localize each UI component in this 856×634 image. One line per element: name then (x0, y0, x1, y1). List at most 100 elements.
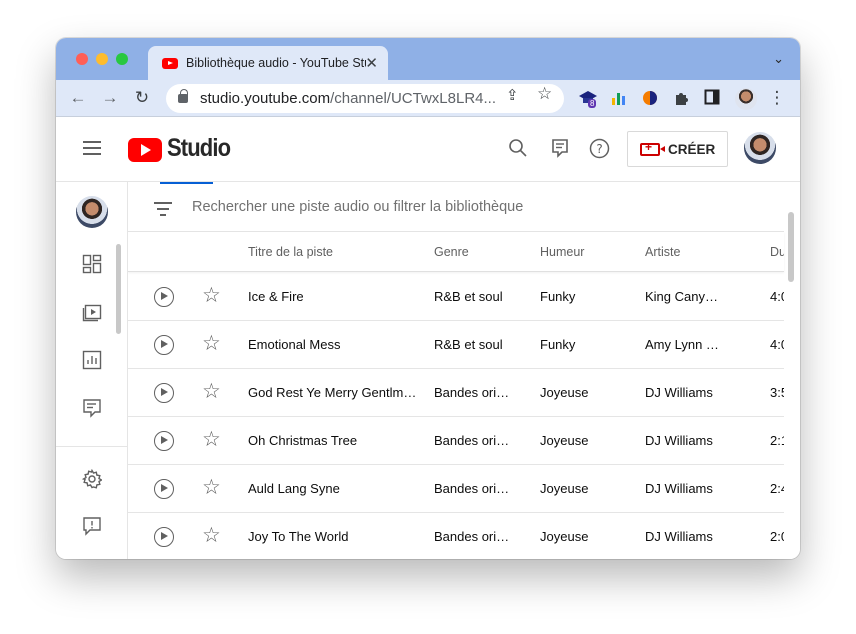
column-artist[interactable]: Artiste (645, 245, 680, 259)
track-title: Auld Lang Syne (248, 481, 340, 496)
column-duration[interactable]: Durée (770, 245, 784, 259)
track-title: Ice & Fire (248, 289, 304, 304)
dashboard-icon[interactable] (82, 254, 102, 274)
track-genre: R&B et soul (434, 337, 503, 352)
track-title: Emotional Mess (248, 337, 341, 352)
send-feedback-icon[interactable] (82, 516, 102, 536)
minimize-window-button[interactable] (96, 53, 108, 65)
svg-text:?: ? (596, 142, 602, 156)
track-artist: Amy Lynn … (645, 337, 719, 352)
track-genre: Bandes ori… (434, 481, 510, 496)
track-duration: 2:4 (770, 481, 784, 496)
track-mood: Joyeuse (540, 433, 589, 448)
track-artist: King Cany… (645, 289, 718, 304)
track-title: Joy To The World (248, 529, 349, 544)
rail-scrollbar[interactable] (116, 244, 121, 334)
create-button-label: CRÉER (668, 141, 716, 157)
play-icon[interactable] (154, 383, 174, 403)
create-button[interactable]: CRÉER (627, 131, 728, 167)
reload-icon[interactable]: ↻ (132, 88, 152, 108)
tab-search-chevron-icon[interactable]: ⌄ (773, 51, 784, 67)
content-icon[interactable] (82, 302, 102, 322)
favorite-star-icon[interactable]: ☆ (202, 381, 221, 403)
youtube-favicon-icon (162, 57, 178, 69)
vertical-scrollbar[interactable] (788, 212, 794, 282)
search-filter-input[interactable]: Rechercher une piste audio ou filtrer la… (192, 199, 523, 215)
tab-title: Bibliothèque audio - YouTube Studio (186, 56, 366, 70)
lock-icon (178, 89, 188, 103)
table-row[interactable]: ☆ Emotional Mess R&B et soul Funky Amy L… (128, 321, 784, 369)
comments-icon[interactable] (82, 398, 102, 418)
track-title: God Rest Ye Merry Gentlm… (248, 385, 417, 400)
side-panel-icon[interactable] (704, 89, 722, 107)
table-row[interactable]: ☆ Joy To The World Bandes ori… Joyeuse D… (128, 513, 784, 559)
favorite-star-icon[interactable]: ☆ (202, 525, 221, 547)
favorite-star-icon[interactable]: ☆ (202, 477, 221, 499)
address-bar[interactable]: studio.youtube.com/channel/UCTwxL8LR4... (166, 84, 564, 113)
help-icon[interactable]: ? (588, 138, 610, 160)
play-icon[interactable] (154, 479, 174, 499)
search-icon[interactable] (507, 138, 529, 160)
extension-graduation-icon[interactable]: 8 (578, 89, 597, 108)
track-genre: Bandes ori… (434, 529, 510, 544)
extension-circle-icon[interactable] (641, 89, 659, 107)
analytics-icon[interactable] (82, 350, 102, 370)
rail-divider (56, 446, 128, 447)
audio-library-panel: Rechercher une piste audio ou filtrer la… (128, 182, 800, 559)
track-duration: 2:0 (770, 529, 784, 544)
table-row[interactable]: ☆ Ice & Fire R&B et soul Funky King Cany… (128, 273, 784, 321)
track-duration: 3:5 (770, 385, 784, 400)
filter-icon[interactable] (154, 202, 172, 216)
channel-avatar[interactable] (76, 196, 108, 228)
play-icon[interactable] (154, 527, 174, 547)
youtube-logo-icon[interactable] (128, 138, 162, 162)
track-genre: Bandes ori… (434, 433, 510, 448)
table-row[interactable]: ☆ Oh Christmas Tree Bandes ori… Joyeuse … (128, 417, 784, 465)
studio-logo-text[interactable]: Studio (167, 134, 231, 163)
extension-badge: 8 (588, 99, 597, 108)
play-icon[interactable] (154, 287, 174, 307)
favorite-star-icon[interactable]: ☆ (202, 333, 221, 355)
track-genre: Bandes ori… (434, 385, 510, 400)
settings-gear-icon[interactable] (81, 468, 103, 489)
forward-arrow-icon[interactable]: → (100, 88, 120, 108)
left-nav-rail (56, 182, 128, 559)
account-avatar[interactable] (744, 132, 776, 164)
browser-window: Bibliothèque audio - YouTube Studio ✕ ⌄ … (56, 38, 800, 559)
bookmark-star-icon[interactable]: ☆ (537, 84, 552, 104)
create-video-icon (640, 140, 665, 156)
hamburger-menu-icon[interactable] (83, 141, 101, 155)
track-mood: Funky (540, 337, 576, 352)
favorite-star-icon[interactable]: ☆ (202, 429, 221, 451)
profile-avatar[interactable] (735, 88, 757, 110)
favorite-star-icon[interactable]: ☆ (202, 285, 221, 307)
column-mood[interactable]: Humeur (540, 245, 584, 259)
extension-chart-icon[interactable] (610, 89, 628, 107)
share-icon[interactable]: ⇪ (506, 86, 519, 104)
menu-kebab-icon[interactable]: ⋮ (767, 88, 787, 108)
studio-header: Studio ? CRÉER (56, 118, 800, 182)
track-artist: DJ Williams (645, 481, 713, 496)
column-genre[interactable]: Genre (434, 245, 469, 259)
track-title: Oh Christmas Tree (248, 433, 358, 448)
filter-bar: Rechercher une piste audio ou filtrer la… (128, 184, 784, 232)
column-title[interactable]: Titre de la piste (248, 245, 333, 259)
back-arrow-icon[interactable]: ← (68, 88, 88, 108)
url-host: studio.youtube.com (200, 90, 331, 107)
browser-tab[interactable]: Bibliothèque audio - YouTube Studio ✕ (148, 46, 388, 80)
close-window-button[interactable] (76, 53, 88, 65)
play-icon[interactable] (154, 431, 174, 451)
track-artist: DJ Williams (645, 385, 713, 400)
feedback-icon[interactable] (549, 138, 571, 160)
extensions-puzzle-icon[interactable] (673, 89, 691, 107)
close-tab-icon[interactable]: ✕ (365, 54, 378, 72)
tab-strip: Bibliothèque audio - YouTube Studio ✕ ⌄ (56, 38, 800, 80)
zoom-window-button[interactable] (116, 53, 128, 65)
track-artist: DJ Williams (645, 529, 713, 544)
track-mood: Funky (540, 289, 576, 304)
play-icon[interactable] (154, 335, 174, 355)
table-row[interactable]: ☆ Auld Lang Syne Bandes ori… Joyeuse DJ … (128, 465, 784, 513)
track-mood: Joyeuse (540, 385, 589, 400)
table-row[interactable]: ☆ God Rest Ye Merry Gentlm… Bandes ori… … (128, 369, 784, 417)
track-duration: 4:0 (770, 289, 784, 304)
